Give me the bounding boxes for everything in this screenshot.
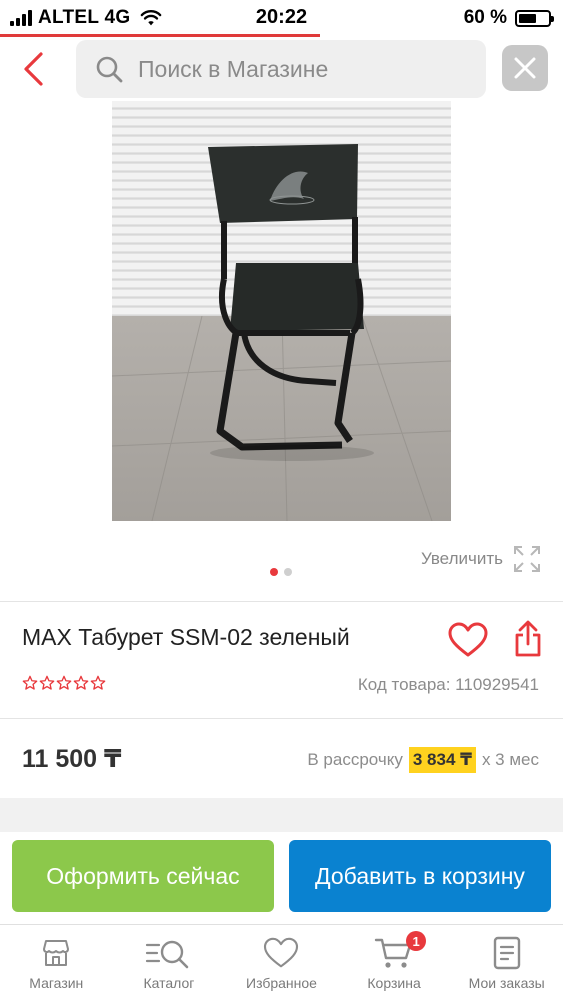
tab-label: Избранное	[246, 975, 317, 991]
search-box[interactable]	[76, 40, 486, 98]
status-right: 60 %	[463, 7, 554, 29]
product-title: MAX Табурет SSM-02 зеленый	[22, 624, 350, 650]
zoom-label: Увеличить	[421, 549, 503, 568]
share-icon	[515, 620, 541, 657]
cart-badge: 1	[406, 931, 427, 951]
star-icon	[73, 675, 89, 690]
orders-icon	[493, 936, 520, 970]
star-icon	[90, 675, 106, 690]
section-separator	[0, 798, 563, 832]
status-bar: ALTEL 4G 20:22 60 %	[0, 0, 563, 37]
installment-suffix: х 3 мес	[481, 750, 539, 769]
header	[0, 37, 563, 101]
battery-percent: 60 %	[463, 7, 507, 28]
store-icon	[43, 940, 70, 966]
installment-amount: 3 834 ₸	[408, 747, 476, 773]
installment-info[interactable]: В рассрочку 3 834 ₸ х 3 мес	[307, 747, 539, 773]
add-to-cart-button[interactable]: Добавить в корзину	[289, 840, 551, 912]
product-sku: Код товара: 110929541	[357, 675, 539, 694]
catalog-search-icon	[145, 940, 189, 969]
tab-label: Магазин	[29, 975, 84, 991]
star-icon	[39, 675, 55, 690]
zoom-button[interactable]: Увеличить	[421, 545, 541, 573]
tab-cart[interactable]: 1 Корзина	[338, 925, 451, 999]
chevron-left-icon	[24, 52, 43, 86]
product-image[interactable]	[112, 101, 451, 521]
tab-favorites[interactable]: Избранное	[225, 925, 338, 999]
gallery-dots	[270, 568, 292, 576]
chair-photo	[208, 144, 374, 461]
favorite-button[interactable]	[446, 620, 490, 660]
divider	[0, 601, 563, 602]
close-search-button[interactable]	[502, 45, 548, 91]
star-icon	[56, 675, 72, 690]
divider	[0, 718, 563, 719]
tab-store[interactable]: Магазин	[0, 925, 113, 999]
share-button[interactable]	[510, 618, 546, 660]
heart-icon	[448, 622, 488, 657]
battery-icon	[515, 9, 554, 27]
tab-catalog[interactable]: Каталог	[113, 925, 226, 999]
product-price: 11 500 ₸	[22, 745, 122, 773]
tab-label: Каталог	[143, 975, 195, 991]
expand-icon	[514, 546, 540, 572]
heart-icon	[264, 937, 299, 968]
star-icon	[22, 675, 38, 690]
gallery-dot-active[interactable]	[270, 568, 278, 576]
search-icon	[94, 54, 124, 84]
tab-bar: Магазин Каталог Избранное 1 Корзина Мои …	[0, 924, 563, 999]
tab-label: Корзина	[367, 975, 421, 991]
close-icon	[514, 57, 536, 79]
rating-stars	[22, 675, 106, 691]
tab-orders[interactable]: Мои заказы	[450, 925, 563, 999]
search-input[interactable]	[138, 55, 458, 83]
tab-label: Мои заказы	[468, 975, 545, 991]
back-button[interactable]	[14, 49, 54, 89]
order-now-button[interactable]: Оформить сейчас	[12, 840, 274, 912]
installment-prefix: В рассрочку	[307, 750, 403, 769]
gallery-dot[interactable]	[284, 568, 292, 576]
